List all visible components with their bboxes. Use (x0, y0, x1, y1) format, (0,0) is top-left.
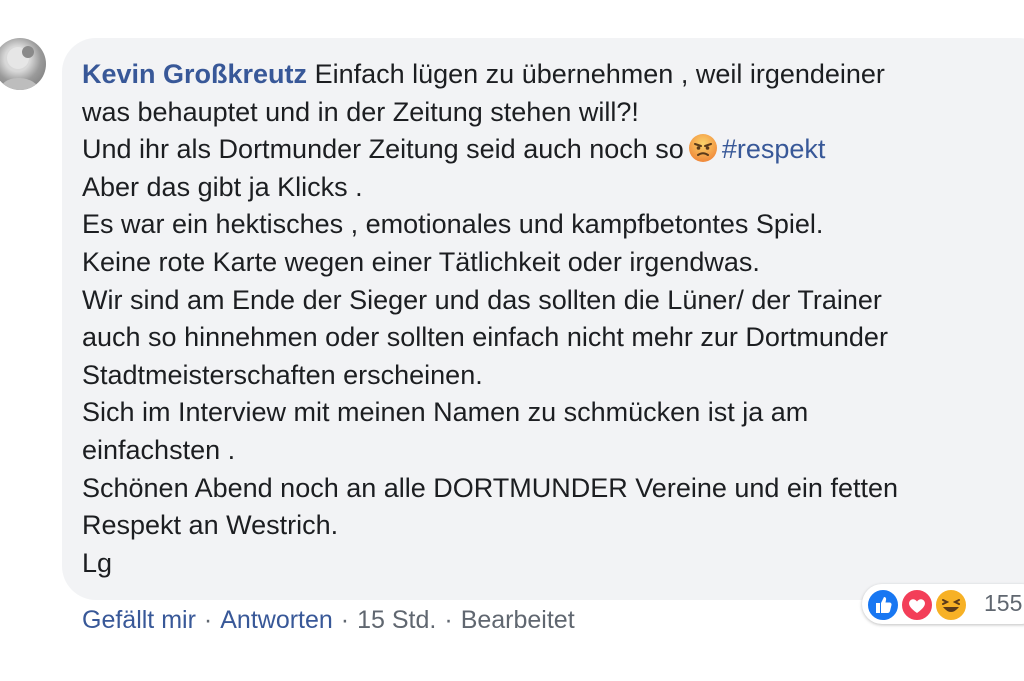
separator: · (340, 606, 350, 634)
comment-line: auch so hinnehmen oder sollten einfach n… (82, 322, 888, 353)
hashtag-link[interactable]: #respekt (722, 134, 826, 164)
angry-face-emoji-icon (688, 133, 718, 163)
comment-line: Stadtmeisterschaften erscheinen. (82, 359, 483, 390)
comment-line: Lg (82, 547, 113, 578)
comment-line: Aber das gibt ja Klicks . (82, 171, 363, 202)
reaction-count: 155 (984, 590, 1023, 616)
like-icon (866, 588, 900, 622)
haha-icon (934, 588, 968, 622)
comment-line: Wir sind am Ende der Sieger und das soll… (82, 284, 882, 315)
avatar[interactable] (0, 38, 46, 90)
reactions-summary[interactable]: 155 (862, 584, 1024, 624)
author-name[interactable]: Kevin Großkreutz (82, 59, 307, 89)
like-link[interactable]: Gefällt mir (82, 606, 196, 634)
comment-line: Und ihr als Dortmunder Zeitung seid auch… (82, 131, 1012, 169)
separator: · (444, 606, 453, 634)
comment-line: Keine rote Karte wegen einer Tätlichkeit… (82, 246, 760, 277)
comment-line: Respekt an Westrich. (82, 510, 339, 541)
comment-line: Sich im Interview mit meinen Namen zu sc… (82, 397, 809, 428)
comment-line: was behauptet und in der Zeitung stehen … (82, 96, 639, 127)
avatar-photo (0, 46, 40, 90)
comment-body: Kevin Großkreutz Einfach lügen zu überne… (82, 56, 1012, 582)
timestamp[interactable]: 15 Std. (357, 606, 436, 634)
comment-text: Einfach lügen zu übernehmen , weil irgen… (314, 59, 885, 89)
love-icon (900, 588, 934, 622)
reply-link[interactable]: Antworten (220, 606, 333, 634)
edited-label[interactable]: Bearbeitet (461, 606, 575, 634)
comment-line: Es war ein hektisches , emotionales und … (82, 209, 824, 240)
comment-line: Kevin Großkreutz Einfach lügen zu überne… (82, 56, 1012, 94)
comment-line: einfachsten . (82, 434, 236, 465)
comment-line: Schönen Abend noch an alle DORTMUNDER Ve… (82, 472, 898, 503)
comment-actions: Gefällt mir · Antworten · 15 Std. · Bearbeitet (82, 606, 575, 635)
separator: · (203, 606, 213, 634)
comment-text: Und ihr als Dortmunder Zeitung seid auch… (82, 134, 684, 165)
